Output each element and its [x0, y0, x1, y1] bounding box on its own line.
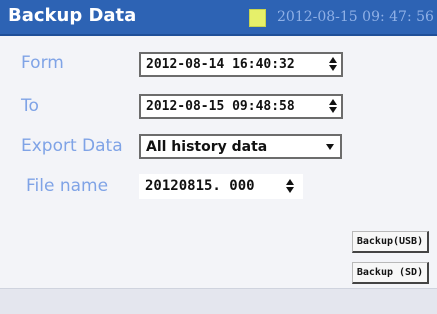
backup-sd-button[interactable]: Backup (SD) [352, 262, 429, 284]
from-datetime-field[interactable]: 2012-08-14 16:40:32 [139, 52, 343, 77]
from-label: Form [21, 53, 64, 73]
to-datetime-field[interactable]: 2012-08-15 09:48:58 [139, 94, 343, 119]
footer-bar [0, 288, 437, 314]
from-datetime-value: 2012-08-14 16:40:32 [146, 57, 295, 72]
backup-usb-button[interactable]: Backup(USB) [352, 231, 429, 253]
to-spinner-icon[interactable] [329, 99, 338, 113]
export-data-value: All history data [146, 139, 268, 155]
status-indicator-icon [249, 9, 266, 27]
page-title: Backup Data [8, 5, 137, 26]
title-bar: Backup Data 2012-08-15 09: 47: 56 [0, 0, 437, 36]
file-name-label: File name [26, 176, 109, 196]
file-name-spinner-icon[interactable] [286, 179, 295, 193]
file-name-value: 20120815. 000 [145, 178, 255, 194]
date-time-display: 2012-08-15 09: 47: 56 [277, 9, 434, 25]
to-label: To [21, 96, 39, 116]
export-data-label: Export Data [21, 136, 123, 156]
export-data-select[interactable]: All history data [139, 134, 342, 159]
from-spinner-icon[interactable] [329, 57, 338, 71]
to-datetime-value: 2012-08-15 09:48:58 [146, 99, 295, 114]
chevron-down-icon[interactable] [326, 144, 334, 150]
file-name-field[interactable]: 20120815. 000 [139, 174, 303, 199]
